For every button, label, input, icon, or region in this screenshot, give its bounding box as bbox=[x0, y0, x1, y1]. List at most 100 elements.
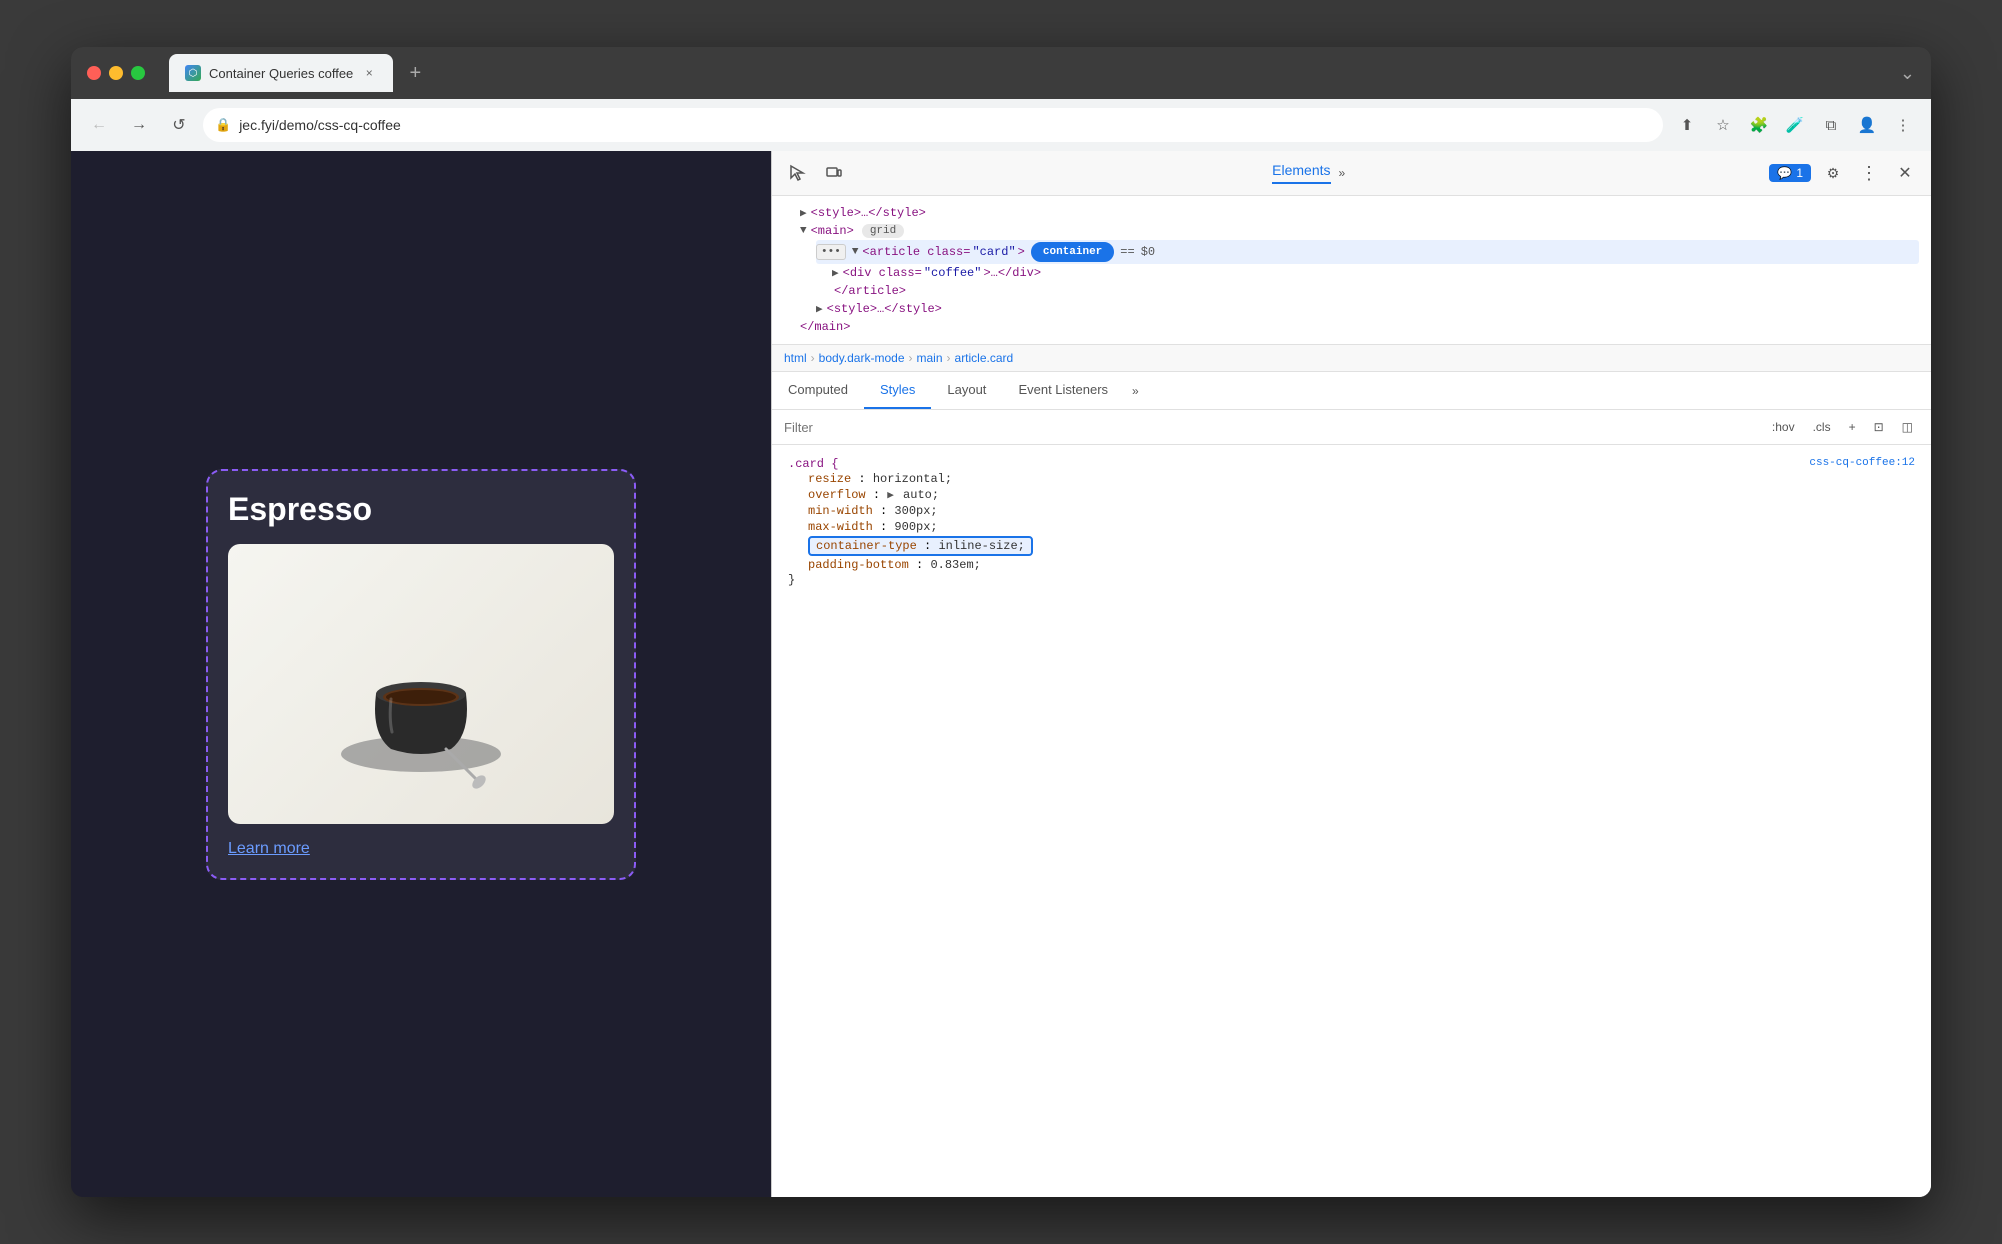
dom-style-line-2[interactable]: ▶ <style>…</style> bbox=[816, 300, 1919, 318]
expand-icon: ▶ bbox=[832, 266, 839, 280]
nav-actions: ⬆ ☆ 🧩 🧪 ⧉ 👤 ⋮ bbox=[1671, 109, 1919, 141]
cls-button[interactable]: .cls bbox=[1807, 418, 1837, 436]
bookmark-icon: ☆ bbox=[1716, 116, 1729, 134]
tab-close-button[interactable]: × bbox=[361, 65, 377, 81]
dom-article-line[interactable]: ••• ▼ <article class="card"> container =… bbox=[816, 240, 1919, 264]
dom-main-line[interactable]: ▼ <main> grid bbox=[800, 222, 1919, 240]
css-close-brace: } bbox=[788, 573, 795, 587]
share-button[interactable]: ⬆ bbox=[1671, 109, 1703, 141]
css-prop-name[interactable]: padding-bottom bbox=[808, 558, 909, 572]
css-property-resize: resize : horizontal; bbox=[788, 471, 1915, 487]
css-prop-name[interactable]: resize bbox=[808, 472, 851, 486]
device-toggle-button[interactable] bbox=[820, 159, 848, 187]
add-class-button[interactable]: + bbox=[1843, 418, 1862, 436]
breadcrumb-html[interactable]: html bbox=[784, 351, 807, 365]
more-icon: ⋮ bbox=[1860, 163, 1878, 184]
minimize-window-button[interactable] bbox=[109, 66, 123, 80]
screenshot-button[interactable]: ⊡ bbox=[1868, 418, 1890, 436]
css-rule: css-cq-coffee:12 .card { resize : horizo… bbox=[788, 457, 1915, 587]
dom-div-line[interactable]: ▶ <div class="coffee">…</div> bbox=[832, 264, 1919, 282]
expand-icon: ▶ bbox=[800, 206, 807, 220]
breadcrumb-body[interactable]: body.dark-mode bbox=[819, 351, 905, 365]
devtools-close-button[interactable]: ✕ bbox=[1891, 159, 1919, 187]
css-prop-name[interactable]: max-width bbox=[808, 520, 873, 534]
bookmark-button[interactable]: ☆ bbox=[1707, 109, 1739, 141]
address-bar[interactable]: 🔒 jec.fyi/demo/css-cq-coffee bbox=[203, 108, 1663, 142]
multiwindow-button[interactable]: ⧉ bbox=[1815, 109, 1847, 141]
dom-attr-value: "card" bbox=[972, 245, 1015, 259]
comments-badge[interactable]: 💬 1 bbox=[1769, 164, 1811, 182]
share-icon: ⬆ bbox=[1681, 116, 1694, 134]
settings-button[interactable]: ⚙ bbox=[1819, 159, 1847, 187]
tab-computed[interactable]: Computed bbox=[772, 372, 864, 409]
devtools-toolbar: Elements » 💬 1 ⚙ ⋮ ✕ bbox=[772, 151, 1931, 196]
card-learn-more-link[interactable]: Learn more bbox=[228, 840, 310, 857]
expand-icon: ▼ bbox=[852, 246, 859, 258]
css-prop-name[interactable]: overflow bbox=[808, 488, 866, 502]
tab-favicon-icon: ⬡ bbox=[185, 65, 201, 81]
extensions-icon: 🧩 bbox=[1750, 116, 1769, 134]
css-source[interactable]: css-cq-coffee:12 bbox=[1809, 457, 1915, 469]
hov-button[interactable]: :hov bbox=[1766, 418, 1801, 436]
expand-icon: ▼ bbox=[800, 225, 807, 237]
tabs-more[interactable]: » bbox=[1124, 374, 1147, 408]
dom-more-button[interactable]: ••• bbox=[816, 244, 846, 260]
css-property-overflow: overflow : ▶ auto; bbox=[788, 487, 1915, 503]
dom-close-main: </main> bbox=[800, 318, 1919, 336]
webpage-panel: Espresso bbox=[71, 151, 771, 1197]
close-window-button[interactable] bbox=[87, 66, 101, 80]
reload-button[interactable]: ↺ bbox=[163, 109, 195, 141]
expand-arrow-icon[interactable]: ▶ bbox=[887, 490, 894, 502]
dom-article-tag: <article class= bbox=[862, 245, 970, 259]
devtools-panel: Elements » 💬 1 ⚙ ⋮ ✕ bbox=[771, 151, 1931, 1197]
address-text: jec.fyi/demo/css-cq-coffee bbox=[239, 117, 401, 133]
dom-equals: == bbox=[1120, 245, 1134, 259]
forward-button[interactable]: → bbox=[123, 109, 155, 141]
dom-style-line[interactable]: ▶ <style>…</style> bbox=[800, 204, 1919, 222]
profile-icon: 👤 bbox=[1858, 116, 1877, 134]
dom-tag: <div class= bbox=[843, 266, 922, 280]
more-options-button[interactable]: ⋮ bbox=[1887, 109, 1919, 141]
css-colon: : bbox=[880, 520, 894, 534]
filter-input[interactable] bbox=[784, 420, 1758, 435]
forward-icon: → bbox=[131, 116, 147, 134]
tab-layout[interactable]: Layout bbox=[931, 372, 1002, 409]
more-options-icon: ⋮ bbox=[1896, 116, 1911, 134]
grid-badge: grid bbox=[862, 224, 904, 238]
container-badge[interactable]: container bbox=[1031, 242, 1114, 262]
tab-styles[interactable]: Styles bbox=[864, 372, 931, 409]
css-prop-name[interactable]: container-type bbox=[816, 539, 917, 553]
breadcrumb-article[interactable]: article.card bbox=[955, 351, 1014, 365]
lab-button[interactable]: 🧪 bbox=[1779, 109, 1811, 141]
expand-icon: ▶ bbox=[816, 302, 823, 316]
new-tab-button[interactable]: + bbox=[401, 59, 429, 87]
profile-button[interactable]: 👤 bbox=[1851, 109, 1883, 141]
dom-attr-value: "coffee" bbox=[924, 266, 982, 280]
css-colon: : bbox=[924, 539, 938, 553]
coffee-cup-svg bbox=[301, 564, 541, 804]
maximize-window-button[interactable] bbox=[131, 66, 145, 80]
dom-tag: >…</div> bbox=[983, 266, 1041, 280]
element-picker-icon bbox=[789, 164, 807, 182]
element-picker-button[interactable] bbox=[784, 159, 812, 187]
dom-close-article-tag: </article> bbox=[834, 284, 906, 298]
breadcrumb-sep-2: › bbox=[909, 351, 913, 365]
dom-dollar: $0 bbox=[1141, 245, 1155, 259]
devtools-tabs: Computed Styles Layout Event Listeners » bbox=[772, 372, 1931, 410]
css-colon: : bbox=[916, 558, 930, 572]
breadcrumb-main[interactable]: main bbox=[917, 351, 943, 365]
extensions-button[interactable]: 🧩 bbox=[1743, 109, 1775, 141]
panel-chevron[interactable]: » bbox=[1339, 166, 1346, 180]
toggle-button[interactable]: ◫ bbox=[1896, 418, 1919, 436]
title-bar: ⬡ Container Queries coffee × + ⌄ bbox=[71, 47, 1931, 99]
tab-event-listeners[interactable]: Event Listeners bbox=[1002, 372, 1124, 409]
dom-tag: <style>…</style> bbox=[811, 206, 926, 220]
elements-panel-title[interactable]: Elements bbox=[1272, 162, 1330, 184]
reload-icon: ↺ bbox=[172, 115, 185, 135]
active-tab[interactable]: ⬡ Container Queries coffee × bbox=[169, 54, 393, 92]
css-prop-name[interactable]: min-width bbox=[808, 504, 873, 518]
dom-tree: ▶ <style>…</style> ▼ <main> grid ••• ▼ <… bbox=[772, 196, 1931, 345]
back-button[interactable]: ← bbox=[83, 109, 115, 141]
more-button[interactable]: ⋮ bbox=[1855, 159, 1883, 187]
tab-menu-button[interactable]: ⌄ bbox=[1900, 63, 1915, 84]
